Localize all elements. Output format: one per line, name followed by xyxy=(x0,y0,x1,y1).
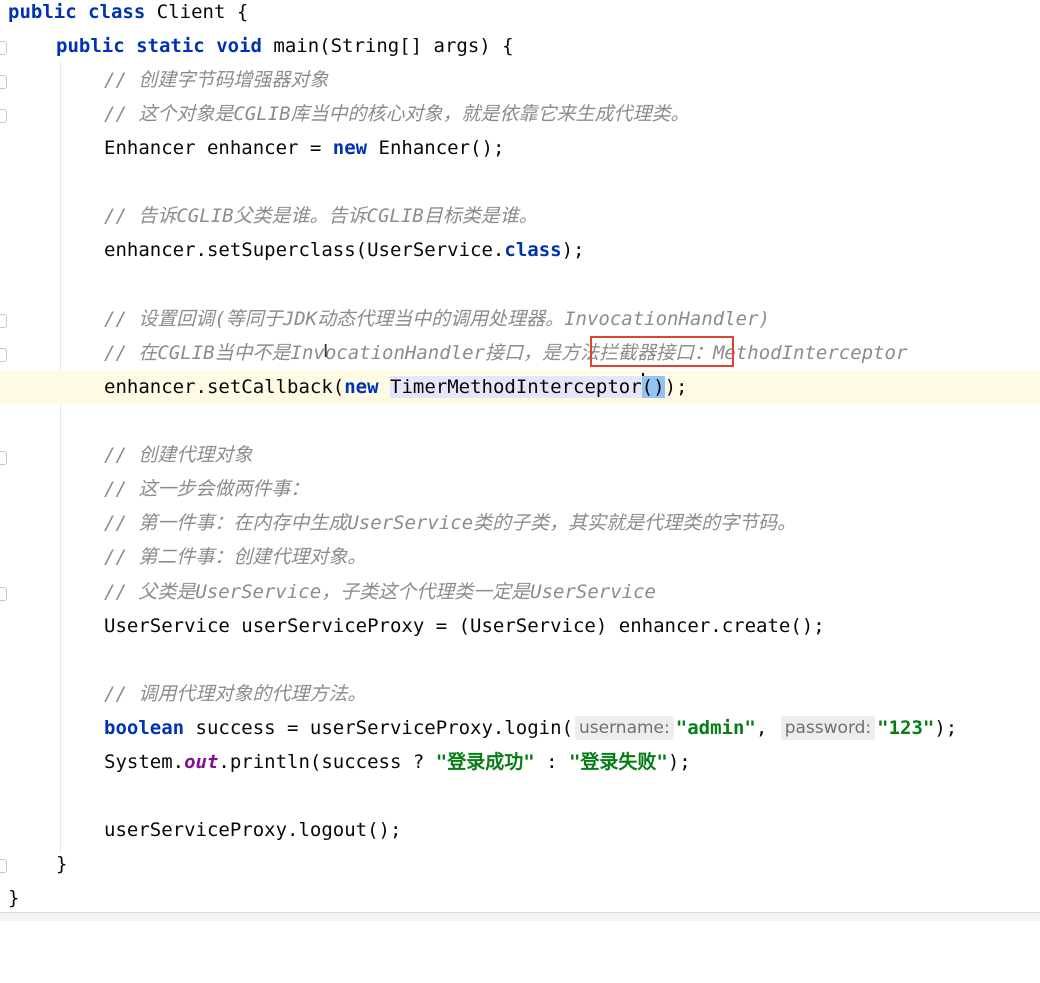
code-editor[interactable]: public class Client { public static void… xyxy=(0,0,1040,912)
matched-parens: () xyxy=(641,376,665,398)
code-line-3[interactable]: // 创建字节码增强器对象 xyxy=(0,63,1040,97)
code-line-21[interactable]: // 调用代理对象的代理方法。 xyxy=(0,677,1040,711)
code-line-18[interactable]: // 父类是UserService，子类这个代理类一定是UserService xyxy=(0,575,1040,609)
code-line-11[interactable]: // 在CGLIB当中不是InvocationHandler接口，是方法拦截器接… xyxy=(0,336,1040,370)
code-line-4[interactable]: // 这个对象是CGLIB库当中的核心对象，就是依靠它来生成代理类。 xyxy=(0,97,1040,131)
code-line-17[interactable]: // 第二件事：创建代理对象。 xyxy=(0,540,1040,574)
code-line-22[interactable]: boolean success = userServiceProxy.login… xyxy=(0,711,1040,745)
parameter-hint-username: username: xyxy=(575,716,674,740)
code-line-10[interactable]: // 设置回调(等同于JDK动态代理当中的调用处理器。InvocationHan… xyxy=(0,302,1040,336)
code-line-25[interactable]: userServiceProxy.logout(); xyxy=(0,813,1040,847)
highlighted-identifier[interactable]: TimerMethodInterceptor xyxy=(390,376,642,398)
code-line-8[interactable]: enhancer.setSuperclass(UserService.class… xyxy=(0,233,1040,267)
code-line-26[interactable]: } xyxy=(0,847,1040,881)
code-line-16[interactable]: // 第一件事：在内存中生成UserService类的子类，其实就是代理类的字节… xyxy=(0,506,1040,540)
code-line-7[interactable]: // 告诉CGLIB父类是谁。告诉CGLIB目标类是谁。 xyxy=(0,199,1040,233)
code-line-5[interactable]: Enhancer enhancer = new Enhancer(); xyxy=(0,131,1040,165)
parameter-hint-password: password: xyxy=(780,716,876,740)
code-line-19[interactable]: UserService userServiceProxy = (UserServ… xyxy=(0,609,1040,643)
code-line-14[interactable]: // 创建代理对象 xyxy=(0,438,1040,472)
code-line-15[interactable]: // 这一步会做两件事： xyxy=(0,472,1040,506)
code-line-12-current[interactable]: enhancer.setCallback(new TimerMethodInte… xyxy=(0,370,1040,404)
code-line-1[interactable]: public class Client { xyxy=(0,0,1040,29)
code-line-2[interactable]: public static void main(String[] args) { xyxy=(0,29,1040,63)
code-line-27[interactable]: } xyxy=(0,881,1040,915)
mouse-ibeam-cursor-icon: I xyxy=(323,341,329,362)
code-line-23[interactable]: System.out.println(success ? "登录成功" : "登… xyxy=(0,745,1040,779)
